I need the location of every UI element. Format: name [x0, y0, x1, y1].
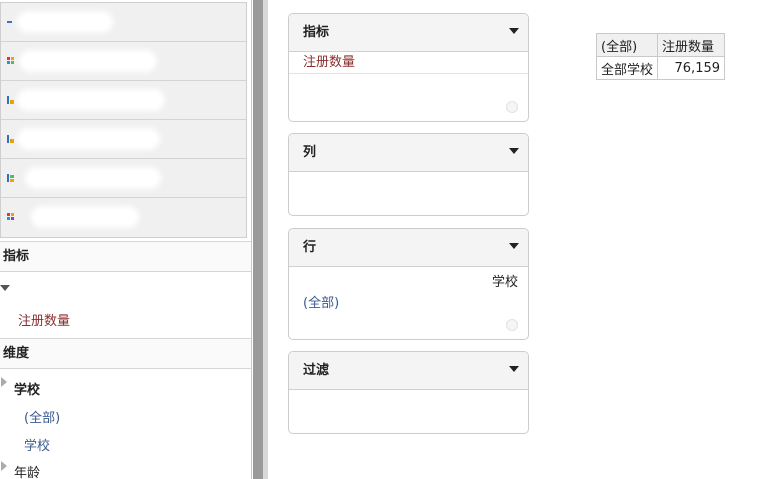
dimension-age[interactable]: 年龄	[14, 462, 40, 479]
cube-list-item[interactable]	[1, 159, 246, 198]
table-row-label[interactable]: 全部学校	[595, 56, 659, 80]
cube-list-item[interactable]	[1, 120, 246, 159]
table-row: 全部学校 76,159	[595, 56, 726, 80]
rows-card: 行 学校 (全部)	[288, 228, 529, 340]
drop-target-icon	[506, 101, 518, 113]
rows-card-title: 行	[303, 240, 317, 255]
result-table: (全部) 注册数量 全部学校 76,159	[595, 33, 726, 80]
collapse-caret-icon[interactable]	[0, 285, 10, 291]
measure-chip[interactable]: 注册数量	[289, 52, 528, 74]
filter-card-title: 过滤	[303, 363, 330, 378]
redacted-label	[21, 15, 109, 29]
row-field-member[interactable]: (全部)	[303, 292, 339, 311]
filter-card-header: 过滤	[289, 352, 528, 390]
columns-card-header: 列	[289, 134, 528, 172]
measure-item[interactable]: 注册数量	[18, 310, 70, 329]
expand-triangle-icon[interactable]	[1, 461, 7, 471]
table-header-cell[interactable]: (全部)	[595, 33, 659, 57]
dimension-level-school[interactable]: 学校	[24, 435, 50, 454]
panel-splitter[interactable]	[253, 0, 263, 479]
cube-list-item[interactable]	[1, 81, 246, 120]
measures-card-title: 指标	[303, 25, 330, 40]
row-field-label[interactable]: 学校	[492, 271, 518, 290]
dropdown-arrow-icon[interactable]	[509, 243, 519, 249]
dimension-school[interactable]: 学校	[14, 379, 40, 398]
dropdown-arrow-icon[interactable]	[509, 366, 519, 372]
redacted-label	[35, 210, 135, 224]
columns-card: 列	[288, 133, 529, 216]
measures-section-header: 指标	[0, 241, 251, 272]
cube-list-item[interactable]	[1, 198, 246, 236]
cube-icon	[7, 57, 15, 65]
table-header-row: (全部) 注册数量	[595, 33, 726, 57]
dropdown-arrow-icon[interactable]	[509, 148, 519, 154]
rows-card-header: 行	[289, 229, 528, 267]
measures-card: 指标 注册数量	[288, 13, 529, 122]
cube-icon	[7, 96, 15, 104]
redacted-label	[23, 54, 153, 68]
dimensions-section-header: 维度	[0, 338, 251, 369]
dropdown-arrow-icon[interactable]	[509, 28, 519, 34]
cube-list-item[interactable]	[1, 42, 246, 81]
cube-icon	[7, 135, 15, 143]
splitter-edge	[263, 0, 268, 479]
measures-card-header: 指标	[289, 14, 528, 52]
filter-card: 过滤	[288, 351, 529, 434]
cube-list-item[interactable]	[1, 3, 246, 42]
cube-list	[0, 2, 247, 238]
table-header-cell[interactable]: 注册数量	[657, 33, 726, 57]
cube-icon	[7, 18, 15, 26]
redacted-label	[29, 171, 157, 185]
redacted-label	[21, 93, 161, 107]
columns-card-title: 列	[303, 145, 317, 160]
expand-triangle-icon[interactable]	[1, 377, 7, 387]
cube-icon	[7, 213, 15, 221]
left-panel: 指标 注册数量 维度 学校 (全部) 学校 年龄	[0, 0, 252, 479]
table-cell-value: 76,159	[657, 56, 726, 80]
dimension-member-all[interactable]: (全部)	[24, 407, 60, 426]
cube-icon	[7, 174, 15, 182]
redacted-label	[21, 132, 156, 146]
drop-target-icon	[506, 319, 518, 331]
